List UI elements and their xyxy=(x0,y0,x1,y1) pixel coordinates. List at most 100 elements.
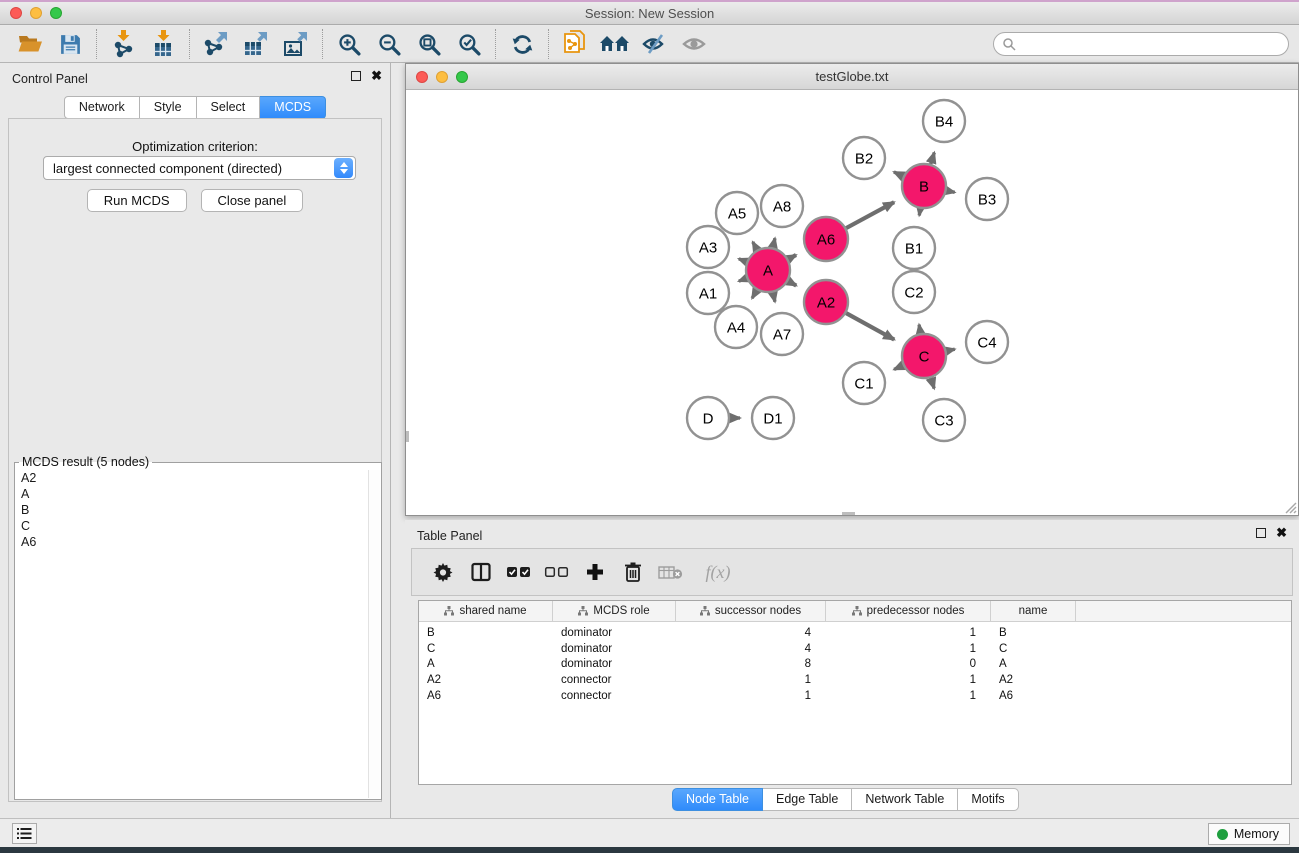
edge-B-B1[interactable] xyxy=(919,209,920,216)
memory-button[interactable]: Memory xyxy=(1208,823,1290,845)
column-header-successor-nodes[interactable]: successor nodes xyxy=(676,601,826,621)
table-cell[interactable]: connector xyxy=(553,690,676,702)
table-row[interactable]: A2connector11A2 xyxy=(419,672,1291,688)
edge-A-A2[interactable] xyxy=(788,281,796,285)
close-panel-icon[interactable]: ✖ xyxy=(371,71,382,81)
mcds-result-item[interactable]: A2 xyxy=(16,470,368,486)
table-cell[interactable]: 4 xyxy=(676,627,826,639)
mcds-result-item[interactable]: A6 xyxy=(16,534,368,550)
node-A7[interactable]: A7 xyxy=(761,313,803,355)
home-icon[interactable] xyxy=(595,28,635,60)
tab-network[interactable]: Network xyxy=(64,96,140,119)
node-C1[interactable]: C1 xyxy=(843,362,885,404)
edge-A-A5[interactable] xyxy=(753,242,757,250)
node-A1[interactable]: A1 xyxy=(687,272,729,314)
edge-B-B3[interactable] xyxy=(947,191,955,193)
tab-node-table[interactable]: Node Table xyxy=(672,788,763,811)
table-cell[interactable]: 8 xyxy=(676,658,826,670)
zoom-fit-icon[interactable] xyxy=(409,28,449,60)
float-table-panel-icon[interactable] xyxy=(1256,528,1266,538)
node-A5[interactable]: A5 xyxy=(716,192,758,234)
table-cell[interactable]: 1 xyxy=(826,643,991,655)
node-C4[interactable]: C4 xyxy=(966,321,1008,363)
node-A[interactable]: A xyxy=(746,248,790,292)
node-C[interactable]: C xyxy=(902,334,946,378)
zoom-out-icon[interactable] xyxy=(369,28,409,60)
table-cell[interactable]: C xyxy=(419,643,553,655)
show-graphics-details-icon[interactable] xyxy=(675,28,715,60)
search-box[interactable] xyxy=(993,32,1289,56)
node-A4[interactable]: A4 xyxy=(715,306,757,348)
node-A6[interactable]: A6 xyxy=(804,217,848,261)
table-cell[interactable]: 1 xyxy=(826,690,991,702)
table-cell[interactable]: 1 xyxy=(826,627,991,639)
column-header-name[interactable]: name xyxy=(991,601,1076,621)
delete-table-icon[interactable] xyxy=(654,554,688,590)
table-cell[interactable]: A6 xyxy=(991,690,1076,702)
edge-B-B2[interactable] xyxy=(894,172,903,176)
node-A8[interactable]: A8 xyxy=(761,185,803,227)
column-header-predecessor-nodes[interactable]: predecessor nodes xyxy=(826,601,991,621)
refresh-layout-icon[interactable] xyxy=(502,28,542,60)
table-settings-icon[interactable] xyxy=(426,554,460,590)
node-B3[interactable]: B3 xyxy=(966,178,1008,220)
table-cell[interactable]: B xyxy=(991,627,1076,639)
tab-edge-table[interactable]: Edge Table xyxy=(763,788,852,811)
table-row[interactable]: Bdominator41B xyxy=(419,625,1291,641)
node-A2[interactable]: A2 xyxy=(804,280,848,324)
table-cell[interactable]: A2 xyxy=(419,674,553,686)
node-C2[interactable]: C2 xyxy=(893,271,935,313)
edge-C-C2[interactable] xyxy=(919,325,920,334)
edge-A-A7[interactable] xyxy=(773,292,775,301)
import-network-icon[interactable] xyxy=(103,28,143,60)
table-cell[interactable]: C xyxy=(991,643,1076,655)
node-C3[interactable]: C3 xyxy=(923,399,965,441)
table-cell[interactable]: A2 xyxy=(991,674,1076,686)
split-view-icon[interactable] xyxy=(464,554,498,590)
edge-B-B4[interactable] xyxy=(931,153,935,164)
tab-select[interactable]: Select xyxy=(197,96,261,119)
table-cell[interactable]: 4 xyxy=(676,643,826,655)
table-cell[interactable]: A xyxy=(991,658,1076,670)
mcds-result-item[interactable]: B xyxy=(16,502,368,518)
duplicate-network-icon[interactable] xyxy=(555,28,595,60)
table-cell[interactable]: dominator xyxy=(553,658,676,670)
mcds-result-item[interactable]: C xyxy=(16,518,368,534)
table-row[interactable]: Adominator80A xyxy=(419,657,1291,673)
edge-A-A8[interactable] xyxy=(773,238,775,247)
mcds-list-scrollbar[interactable] xyxy=(368,470,380,798)
table-cell[interactable]: A6 xyxy=(419,690,553,702)
export-table-icon[interactable] xyxy=(236,28,276,60)
edge-C-C3[interactable] xyxy=(931,378,934,389)
table-cell[interactable]: 0 xyxy=(826,658,991,670)
import-table-icon[interactable] xyxy=(143,28,183,60)
tab-network-table[interactable]: Network Table xyxy=(852,788,958,811)
mcds-result-item[interactable]: A xyxy=(16,486,368,502)
table-row[interactable]: Cdominator41C xyxy=(419,641,1291,657)
table-cell[interactable]: 1 xyxy=(676,674,826,686)
float-panel-icon[interactable] xyxy=(351,71,361,81)
task-history-button[interactable] xyxy=(12,823,37,844)
export-image-icon[interactable] xyxy=(276,28,316,60)
edge-A-A4[interactable] xyxy=(752,290,757,298)
node-B1[interactable]: B1 xyxy=(893,227,935,269)
table-row[interactable]: A6connector11A6 xyxy=(419,688,1291,704)
zoom-selected-icon[interactable] xyxy=(449,28,489,60)
delete-columns-icon[interactable] xyxy=(616,554,650,590)
save-session-icon[interactable] xyxy=(50,28,90,60)
edge-A-A6[interactable] xyxy=(788,255,796,259)
hide-graphics-details-icon[interactable] xyxy=(635,28,675,60)
export-network-icon[interactable] xyxy=(196,28,236,60)
network-graph[interactable]: B4B2BB3A5A8A6A3B1AA1C2A2A4A7CC4C1C3DD1 xyxy=(406,90,1298,515)
node-B[interactable]: B xyxy=(902,164,946,208)
edge-A-A3[interactable] xyxy=(739,259,747,262)
vertical-scroll-indicator[interactable] xyxy=(406,431,409,442)
table-cell[interactable]: A xyxy=(419,658,553,670)
tab-motifs[interactable]: Motifs xyxy=(958,788,1018,811)
node-D[interactable]: D xyxy=(687,397,729,439)
tab-style[interactable]: Style xyxy=(140,96,197,119)
node-A3[interactable]: A3 xyxy=(687,226,729,268)
node-D1[interactable]: D1 xyxy=(752,397,794,439)
table-cell[interactable]: 1 xyxy=(676,690,826,702)
network-window-titlebar[interactable]: testGlobe.txt xyxy=(406,64,1298,90)
